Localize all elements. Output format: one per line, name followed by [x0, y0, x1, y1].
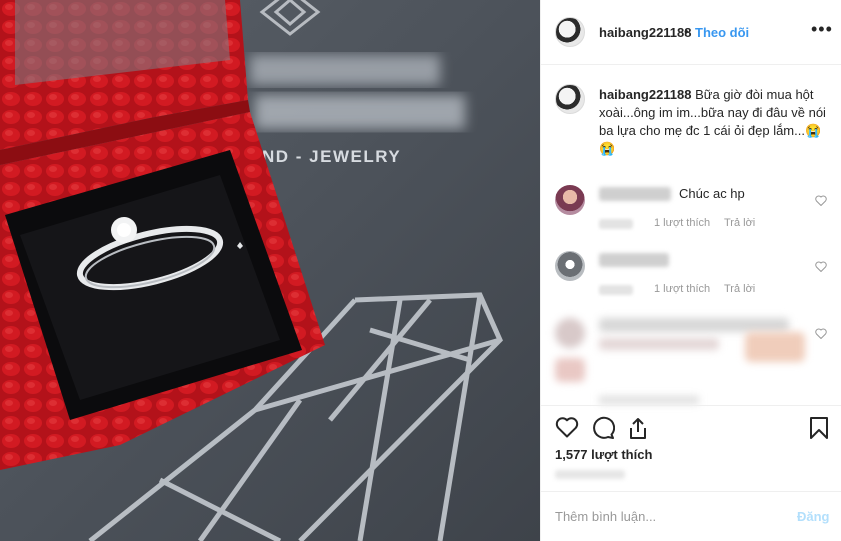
header-username[interactable]: haibang221188 — [599, 25, 692, 40]
comment-icon[interactable] — [591, 416, 615, 440]
comment-emoji-blurred — [745, 332, 805, 362]
comment-time-blurred — [599, 219, 633, 229]
comment-username-blurred[interactable] — [599, 187, 671, 201]
post-actions: 1,577 lượt thích — [541, 405, 841, 491]
heart-icon[interactable] — [555, 416, 579, 438]
comment-image-blurred — [555, 358, 585, 382]
comment-text: Chúc ac hp — [679, 186, 745, 201]
post-side-panel: haibang221188 • Theo dõi ••• haibang2211… — [540, 0, 841, 541]
more-options-icon[interactable]: ••• — [811, 20, 833, 38]
post-date-blurred — [555, 470, 625, 479]
comment-avatar[interactable] — [555, 318, 585, 348]
comment-time-blurred — [599, 285, 633, 295]
follow-button[interactable]: Theo dõi — [695, 25, 749, 40]
comment-avatar[interactable] — [555, 251, 585, 281]
comment-input[interactable] — [555, 506, 775, 526]
comment-line-blurred — [599, 338, 719, 350]
comment-likes[interactable]: 1 lượt thích — [654, 283, 710, 295]
comment-avatar[interactable] — [555, 185, 585, 215]
comment-reply-button[interactable]: Trả lời — [724, 217, 755, 229]
comment-heart-icon[interactable] — [815, 195, 827, 206]
comment-reply-button[interactable]: Trả lời — [724, 283, 755, 295]
photo-brand-text: ND - JEWELRY — [262, 147, 401, 166]
post-caption: haibang221188 Bữa giờ đòi mua hột xoài..… — [599, 86, 829, 158]
likes-count[interactable]: 1,577 lượt thích — [555, 447, 652, 462]
avatar[interactable] — [555, 17, 585, 47]
ring-box-photo: ND - JEWELRY — [0, 0, 540, 541]
comment-heart-icon[interactable] — [815, 328, 827, 339]
header-separator: • — [684, 24, 689, 39]
comment-username-blurred[interactable] — [599, 253, 669, 267]
share-icon[interactable] — [627, 416, 649, 440]
comment-likes[interactable]: 1 lượt thích — [654, 217, 710, 229]
comment-line-blurred — [599, 318, 789, 332]
post-header: haibang221188 • Theo dõi ••• — [541, 0, 841, 65]
post-photo[interactable]: ND - JEWELRY — [0, 0, 540, 541]
comment-meta-blurred — [599, 396, 699, 404]
post-comment-button[interactable]: Đăng — [797, 509, 830, 524]
caption-username[interactable]: haibang221188 — [599, 87, 692, 102]
comment-heart-icon[interactable] — [815, 261, 827, 272]
comment-box: Đăng — [541, 491, 841, 541]
caption-avatar[interactable] — [555, 84, 585, 114]
instagram-post-view: ND - JEWELRY haibang221188 • Theo dõi ••… — [0, 0, 841, 541]
bookmark-icon[interactable] — [809, 416, 829, 440]
